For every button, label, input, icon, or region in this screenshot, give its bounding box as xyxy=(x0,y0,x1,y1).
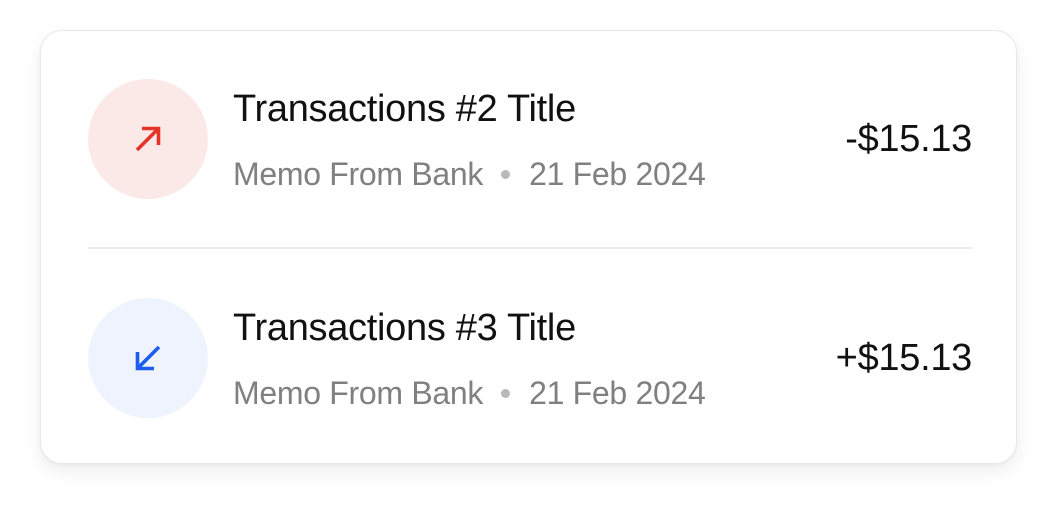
transactions-card: Transactions #2 Title Memo From Bank 21 … xyxy=(40,30,1017,464)
transaction-meta: Memo From Bank 21 Feb 2024 xyxy=(233,374,706,412)
transaction-date: 21 Feb 2024 xyxy=(529,375,706,411)
transaction-amount: +$15.13 xyxy=(835,337,973,379)
transaction-memo: Memo From Bank xyxy=(233,375,484,411)
transaction-title: Transactions #3 Title xyxy=(233,307,576,349)
outgoing-icon-badge xyxy=(88,79,208,199)
arrow-up-right-icon xyxy=(135,126,161,152)
incoming-icon-badge xyxy=(88,298,208,418)
transaction-title: Transactions #2 Title xyxy=(233,88,576,130)
transaction-meta: Memo From Bank 21 Feb 2024 xyxy=(233,155,706,193)
divider xyxy=(88,247,972,249)
separator-dot xyxy=(501,169,511,179)
separator-dot xyxy=(501,388,511,398)
transaction-amount: -$15.13 xyxy=(845,118,972,160)
transaction-memo: Memo From Bank xyxy=(233,156,484,192)
transaction-date: 21 Feb 2024 xyxy=(529,156,706,192)
transaction-row[interactable]: Transactions #2 Title Memo From Bank 21 … xyxy=(88,79,972,199)
arrow-down-left-icon xyxy=(135,345,161,371)
transaction-row[interactable]: Transactions #3 Title Memo From Bank 21 … xyxy=(88,298,972,418)
